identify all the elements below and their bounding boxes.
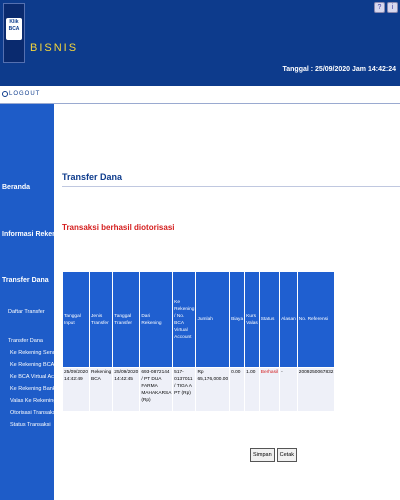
- cell-tanggal-transfer: 25/09/2020 14:42:45: [112, 367, 141, 412]
- sidebar-item-beranda[interactable]: Beranda: [2, 184, 30, 191]
- col-header-no-referensi: No. Referensi: [296, 271, 336, 368]
- cell-dari-rekening: 693-0872144 / PT DUA FARMA MAHAKARSA (Rp…: [139, 367, 174, 412]
- sidebar-subitem-daftar-transfer[interactable]: Daftar Transfer: [8, 309, 45, 315]
- cell-tanggal-input: 25/09/2020 14:42:49: [61, 367, 91, 412]
- date-time-display: Tanggal : 25/09/2020 Jam 14:42:24: [282, 66, 397, 73]
- title-divider: [62, 186, 400, 187]
- col-header-jenis-transfer: Jenis Transfer: [89, 271, 114, 368]
- sidebar-subitem-rekening-sendiri[interactable]: Ke Rekening Sendiri: [10, 350, 60, 356]
- table-header-row: Tanggal Input Jenis Transfer Tanggal Tra…: [61, 271, 336, 368]
- logo-text: Klik BCA: [8, 19, 20, 32]
- sidebar: Beranda Informasi Rekening Transfer Dana…: [0, 104, 80, 500]
- cell-no-referensi: 2009250067832: [296, 367, 336, 412]
- cell-ke-rekening: 517-0137011 / TIGA A PT (Rp): [172, 367, 197, 412]
- success-message: Transaksi berhasil diotorisasi: [62, 223, 175, 232]
- sidebar-item-transfer-dana[interactable]: Transfer Dana: [2, 277, 49, 284]
- col-header-jumlah: Jumlah: [195, 271, 231, 368]
- col-header-alasan: Alasan: [279, 271, 298, 368]
- save-button[interactable]: Simpan: [250, 448, 275, 462]
- logout-bar: LOGOUT: [0, 86, 400, 104]
- power-icon: [2, 91, 8, 97]
- col-header-kurs-valas: Kurs Valas: [244, 271, 260, 368]
- cell-jumlah: Rp 65,176,000.00: [195, 367, 231, 412]
- header-icons: ? i: [374, 2, 398, 13]
- print-button[interactable]: Cetak: [276, 448, 298, 462]
- col-header-dari-rekening: Dari Rekening: [139, 271, 174, 368]
- col-header-tanggal-transfer: Tanggal Transfer: [112, 271, 141, 368]
- cell-status: Berhasil: [258, 367, 281, 412]
- app-header: Klik BCA BISNIS ? i Tanggal : 25/09/2020…: [0, 0, 400, 86]
- cell-kurs-valas: 1.00: [244, 367, 260, 412]
- action-buttons: Simpan Cetak: [250, 448, 298, 462]
- logout-link[interactable]: LOGOUT: [2, 91, 40, 97]
- help-icon[interactable]: ?: [374, 2, 385, 13]
- cell-jenis-transfer: Rekening BCA: [89, 367, 114, 412]
- bca-logo: Klik BCA: [3, 3, 25, 63]
- table-row: 25/09/2020 14:42:49 Rekening BCA 25/09/2…: [61, 367, 336, 412]
- cell-biaya: 0.00: [229, 367, 246, 412]
- page-title: Transfer Dana: [62, 172, 123, 182]
- cell-alasan: -: [279, 367, 298, 412]
- sidebar-subitem-otorisasi-transaksi[interactable]: Otorisasi Transaksi: [10, 410, 57, 416]
- col-header-ke-rekening: Ke Rekening / No. BCA Virtual Account: [172, 271, 197, 368]
- transaction-table: Tanggal Input Jenis Transfer Tanggal Tra…: [61, 271, 336, 412]
- info-icon[interactable]: i: [387, 2, 398, 13]
- col-header-tanggal-input: Tanggal Input: [61, 271, 91, 368]
- main-content: Transfer Dana Transaksi berhasil diotori…: [54, 104, 400, 500]
- sidebar-subitem-status-transaksi[interactable]: Status Transaksi: [10, 422, 51, 428]
- col-header-status: Status: [258, 271, 281, 368]
- brand-title: BISNIS: [30, 42, 79, 54]
- sidebar-subitem-transfer-dana[interactable]: Transfer Dana: [8, 338, 43, 344]
- logout-label: LOGOUT: [9, 91, 41, 97]
- bca-logo-mark: Klik BCA: [6, 18, 22, 40]
- col-header-biaya: Biaya: [229, 271, 246, 368]
